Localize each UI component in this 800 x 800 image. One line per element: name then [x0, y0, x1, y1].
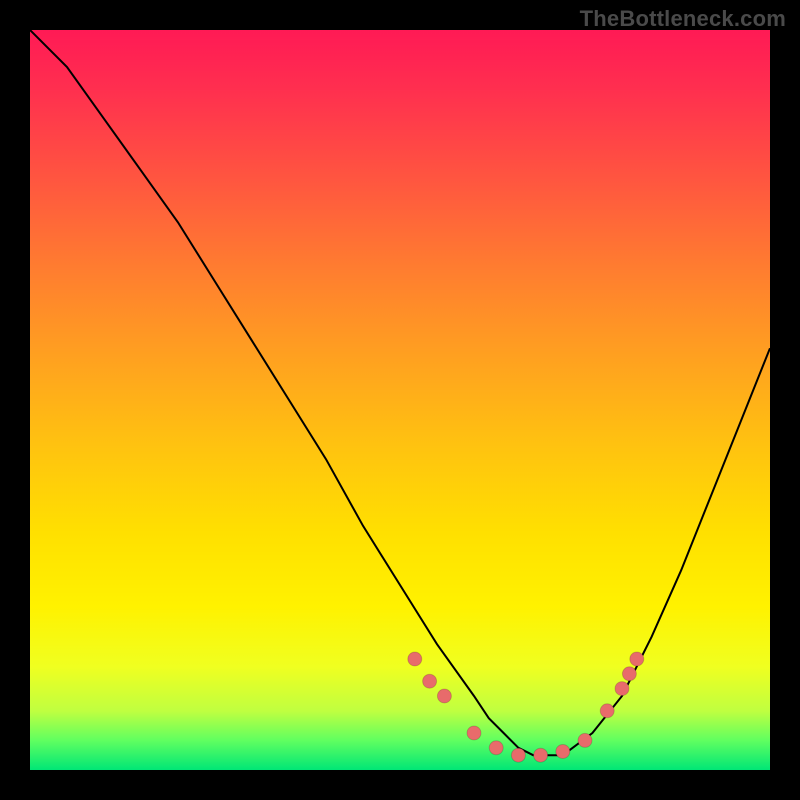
data-point [534, 748, 548, 762]
data-point [423, 674, 437, 688]
data-point [511, 748, 525, 762]
curve-markers [408, 652, 644, 762]
chart-frame: TheBottleneck.com [0, 0, 800, 800]
curve-path [30, 30, 770, 755]
data-point [408, 652, 422, 666]
data-point [622, 667, 636, 681]
data-point [615, 682, 629, 696]
data-point [556, 745, 570, 759]
data-point [437, 689, 451, 703]
data-point [489, 741, 503, 755]
data-point [578, 733, 592, 747]
bottleneck-curve [30, 30, 770, 770]
data-point [600, 704, 614, 718]
data-point [467, 726, 481, 740]
data-point [630, 652, 644, 666]
plot-area [30, 30, 770, 770]
watermark-text: TheBottleneck.com [580, 6, 786, 32]
